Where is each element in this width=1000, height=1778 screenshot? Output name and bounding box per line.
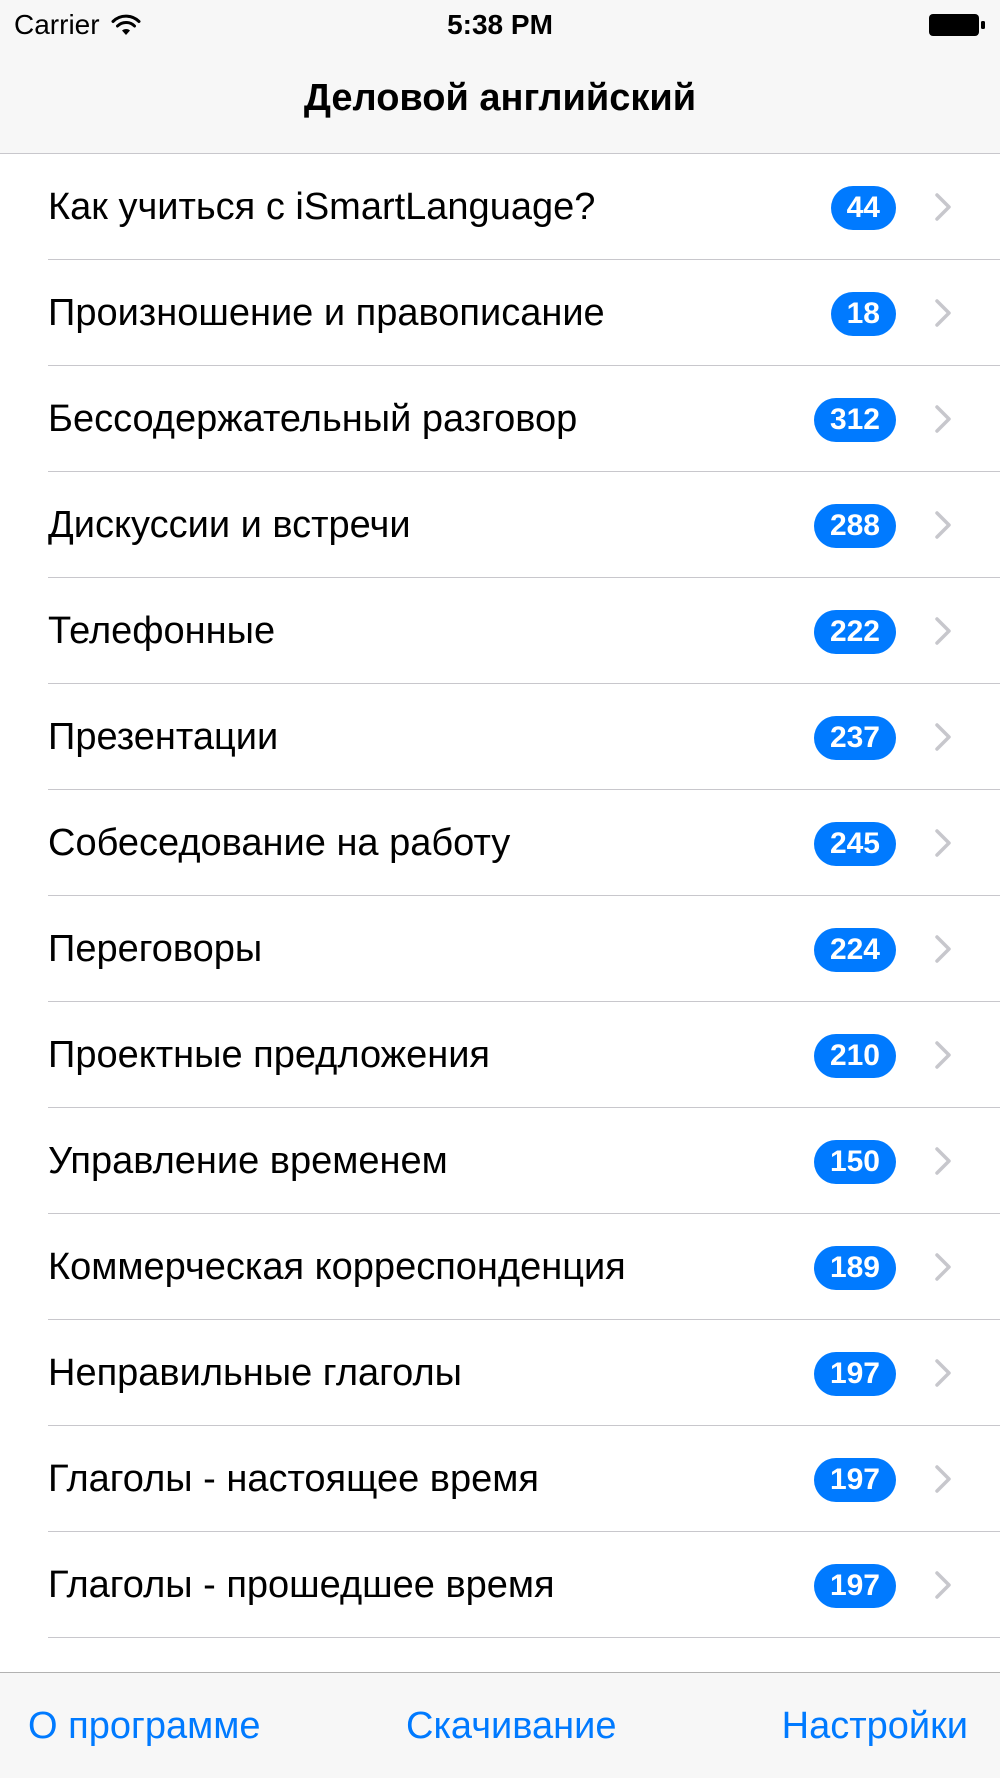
list-item[interactable]: Глаголы - прошедшее время 197 <box>0 1532 1000 1638</box>
chevron-right-icon <box>935 1465 951 1493</box>
list-item-label: Как учиться с iSmartLanguage? <box>48 186 596 228</box>
chevron-right-icon <box>935 405 951 433</box>
count-badge: 18 <box>830 292 896 336</box>
chevron-right-icon <box>935 1359 951 1387</box>
settings-button[interactable]: Настройки <box>782 1673 968 1778</box>
list-item[interactable]: Презентации 237 <box>0 684 1000 790</box>
list-item-label: Телефонные <box>48 610 276 652</box>
list-item-label: Презентации <box>48 716 279 758</box>
count-badge: 150 <box>813 1140 896 1184</box>
count-badge: 210 <box>813 1034 896 1078</box>
list-item-label: Управление временем <box>48 1140 448 1182</box>
list-item[interactable]: Как учиться с iSmartLanguage? 44 <box>0 154 1000 260</box>
list-item-label: Коммерческая корреспонденция <box>48 1246 626 1288</box>
list-item-label: Произношение и правописание <box>48 292 605 334</box>
chevron-right-icon <box>935 1571 951 1599</box>
list-item-label: Неправильные глаголы <box>48 1352 462 1394</box>
bottom-toolbar: О программе Скачивание Настройки <box>0 1672 1000 1778</box>
list-item-label: Проектные предложения <box>48 1034 490 1076</box>
screen: Carrier 5:38 PM Деловой английский Как у… <box>0 0 1000 1778</box>
navigation-bar: Деловой английский <box>0 50 1000 154</box>
list-item[interactable]: Коммерческая корреспонденция 189 <box>0 1214 1000 1320</box>
list-item-label: Переговоры <box>48 928 263 970</box>
list-item-label: Глаголы - прошедшее время <box>48 1564 555 1606</box>
count-badge: 197 <box>813 1352 896 1396</box>
chevron-right-icon <box>935 1147 951 1175</box>
list-item-label: Глаголы - настоящее время <box>48 1458 539 1500</box>
list-item[interactable]: Глаголы - настоящее время 197 <box>0 1426 1000 1532</box>
download-button[interactable]: Скачивание <box>406 1673 616 1778</box>
list-item[interactable]: Управление временем 150 <box>0 1108 1000 1214</box>
count-badge: 44 <box>830 186 896 230</box>
list-item-label: Собеседование на работу <box>48 822 511 864</box>
list-item[interactable]: Неправильные глаголы 197 <box>0 1320 1000 1426</box>
list-item[interactable]: Бессодержательный разговор 312 <box>0 366 1000 472</box>
list-item[interactable]: Переговоры 224 <box>0 896 1000 1002</box>
count-badge: 197 <box>813 1458 896 1502</box>
list-item[interactable]: Собеседование на работу 245 <box>0 790 1000 896</box>
chevron-right-icon <box>935 511 951 539</box>
list-item[interactable]: Дискуссии и встречи 288 <box>0 472 1000 578</box>
count-badge: 224 <box>813 928 896 972</box>
count-badge: 288 <box>813 504 896 548</box>
status-bar: Carrier 5:38 PM <box>0 0 1000 50</box>
list-item-label: Дискуссии и встречи <box>48 504 411 546</box>
list-item-label: Бессодержательный разговор <box>48 398 578 440</box>
about-button[interactable]: О программе <box>28 1673 260 1778</box>
chevron-right-icon <box>935 935 951 963</box>
list-item[interactable]: Проектные предложения 210 <box>0 1002 1000 1108</box>
list-item[interactable]: Произношение и правописание 18 <box>0 260 1000 366</box>
chevron-right-icon <box>935 723 951 751</box>
battery-icon <box>929 14 985 36</box>
count-badge: 189 <box>813 1246 896 1290</box>
count-badge: 197 <box>813 1564 896 1608</box>
page-title: Деловой английский <box>303 77 697 119</box>
count-badge: 237 <box>813 716 896 760</box>
chevron-right-icon <box>935 1253 951 1281</box>
chevron-right-icon <box>935 617 951 645</box>
chevron-right-icon <box>935 1041 951 1069</box>
topic-list: Как учиться с iSmartLanguage? 44 Произно… <box>0 154 1000 1638</box>
list-item[interactable]: Телефонные 222 <box>0 578 1000 684</box>
chevron-right-icon <box>935 193 951 221</box>
chevron-right-icon <box>935 299 951 327</box>
status-time: 5:38 PM <box>447 9 553 40</box>
count-badge: 245 <box>813 822 896 866</box>
count-badge: 222 <box>813 610 896 654</box>
chevron-right-icon <box>935 829 951 857</box>
count-badge: 312 <box>813 398 896 442</box>
